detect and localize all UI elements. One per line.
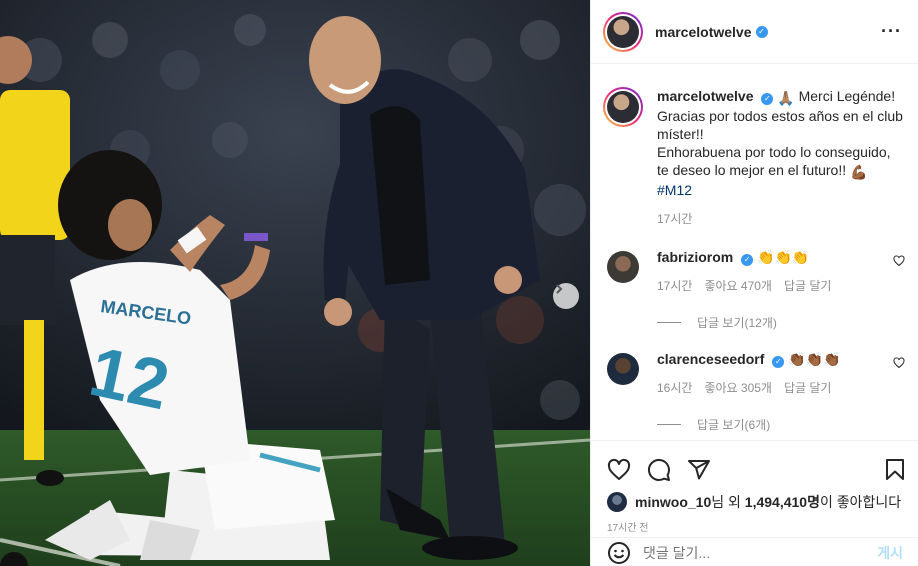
view-replies-label: 답글 보기(6개)	[697, 418, 771, 432]
likes-summary[interactable]: minwoo_10 님 외 1,494,410명 이 좋아합니다	[591, 489, 918, 515]
caption-username[interactable]: marcelotwelve	[657, 88, 754, 104]
more-options-icon[interactable]: ···	[881, 21, 902, 42]
comment-input[interactable]	[643, 544, 878, 561]
caption-hashtag[interactable]: #M12	[657, 182, 692, 198]
author-avatar[interactable]	[603, 11, 643, 52]
post-header: marcelotwelve ✓ ···	[591, 0, 918, 64]
comment-time[interactable]: 17시간	[657, 277, 692, 294]
emoji-icon[interactable]	[607, 541, 631, 565]
caption-end-emoji: 💪🏾	[850, 164, 868, 180]
caption-line-5: te deseo lo mejor en el futuro!!	[657, 162, 847, 178]
bookmark-icon[interactable]	[883, 458, 907, 482]
chevron-right-icon	[556, 284, 563, 294]
next-photo-button[interactable]	[553, 283, 579, 309]
comment-time[interactable]: 16시간	[657, 379, 692, 396]
posted-time[interactable]: 17시간 전	[591, 515, 918, 537]
instagram-post-modal: MARCELO 12 marcelotwelve ✓ ··· marcelotw…	[0, 0, 918, 566]
commenter-avatar[interactable]	[607, 251, 639, 283]
caption-line-3: míster!!	[657, 126, 704, 142]
share-icon[interactable]	[687, 458, 711, 482]
heart-icon[interactable]	[607, 458, 631, 482]
comment-likes[interactable]: 좋아요 470개	[704, 277, 772, 294]
replies-divider	[657, 322, 681, 323]
comment-like-heart-icon[interactable]	[893, 255, 905, 267]
comment-text: 👏👏👏	[757, 249, 810, 265]
comment-icon[interactable]	[647, 458, 671, 482]
post-actions: minwoo_10 님 외 1,494,410명 이 좋아합니다 17시간 전 …	[591, 440, 918, 566]
svg-text:12: 12	[83, 332, 175, 424]
comment-item: fabriziorom ✓ 👏👏👏 17시간 좋아요 470개 답글 달기 답글…	[603, 249, 905, 331]
verified-icon: ✓	[755, 25, 768, 38]
view-replies-button[interactable]: 답글 보기(6개)	[657, 416, 897, 433]
comment-username[interactable]: fabriziorom	[657, 249, 733, 265]
comment-likes[interactable]: 좋아요 305개	[704, 379, 772, 396]
comments-list[interactable]: marcelotwelve ✓ 🙏🏽 Merci Legénde! Gracia…	[591, 65, 918, 440]
view-replies-label: 답글 보기(12개)	[697, 316, 777, 330]
post-comment-button[interactable]: 게시	[877, 543, 903, 563]
commenter-avatar[interactable]	[607, 353, 639, 385]
comment-username[interactable]: clarenceseedorf	[657, 351, 764, 367]
caption-line-4: Enhorabuena por todo lo conseguido,	[657, 144, 891, 160]
caption-time[interactable]: 17시간	[657, 210, 903, 228]
post-photo[interactable]: MARCELO 12	[0, 0, 590, 566]
post-details-panel: marcelotwelve ✓ ··· marcelotwelve ✓ 🙏🏽 M…	[590, 0, 918, 566]
comment-text: 👏🏾👏🏾👏🏾	[788, 351, 841, 367]
verified-icon: ✓	[772, 356, 785, 368]
view-replies-button[interactable]: 답글 보기(12개)	[657, 314, 897, 331]
liker-username[interactable]: minwoo_10	[635, 494, 711, 510]
caption-line-1: Merci Legénde!	[798, 88, 896, 104]
replies-divider	[657, 424, 681, 425]
like-count[interactable]: 1,494,410명	[745, 492, 820, 512]
add-comment-bar: 게시	[591, 537, 918, 566]
comment-like-heart-icon[interactable]	[893, 357, 905, 369]
like-suffix: 이 좋아합니다	[819, 494, 902, 510]
comment-item: clarenceseedorf ✓ 👏🏾👏🏾👏🏾 16시간 좋아요 305개 답…	[603, 351, 905, 433]
caption-line-2: Gracias por todos estos años en el club	[657, 108, 903, 124]
caption-avatar[interactable]	[603, 87, 643, 127]
verified-icon: ✓	[741, 254, 754, 266]
author-username[interactable]: marcelotwelve	[655, 24, 752, 40]
liker-avatar[interactable]	[607, 492, 627, 512]
verified-icon: ✓	[761, 93, 774, 105]
photo-illustration: MARCELO 12	[0, 0, 590, 566]
reply-button[interactable]: 답글 달기	[784, 277, 832, 294]
liked-by-suffix: 님 외	[711, 494, 741, 510]
reply-button[interactable]: 답글 달기	[784, 379, 832, 396]
post-caption: marcelotwelve ✓ 🙏🏽 Merci Legénde! Gracia…	[603, 65, 903, 228]
caption-emoji: 🙏🏽	[777, 90, 795, 106]
